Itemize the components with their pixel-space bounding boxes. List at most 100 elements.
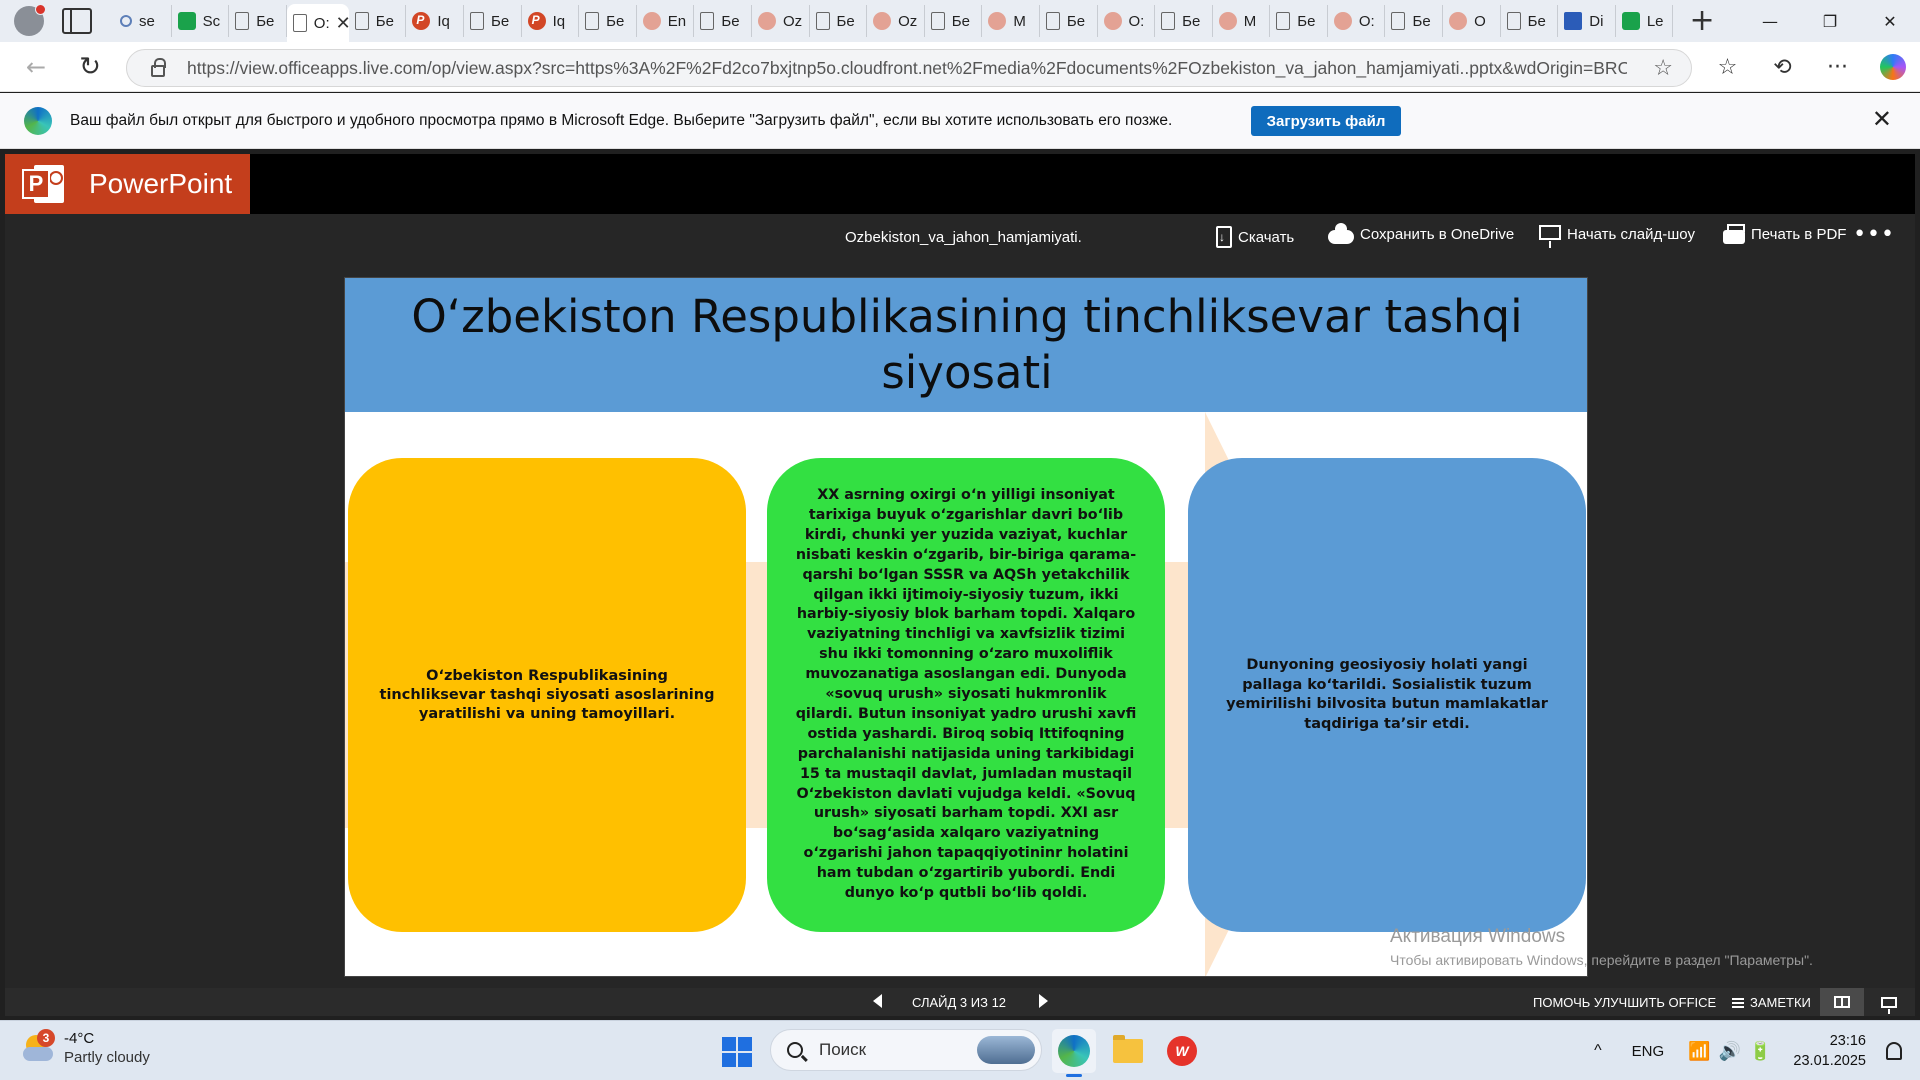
temperature: -4°C: [64, 1030, 95, 1047]
slide[interactable]: O‘zbekiston Respublikasining tinchliksev…: [344, 277, 1588, 977]
start-slideshow-button[interactable]: Начать слайд-шоу: [1539, 225, 1695, 248]
tab-label: O:: [1128, 12, 1145, 30]
save-onedrive-button[interactable]: Сохранить в OneDrive: [1328, 222, 1515, 244]
close-tab-icon[interactable]: ✕: [336, 13, 349, 34]
tab-label: Бе: [1066, 12, 1086, 30]
favorites-icon[interactable]: ☆: [1700, 55, 1755, 80]
next-slide-icon[interactable]: [1039, 994, 1048, 1008]
watermark-subtitle: Чтобы активировать Windows, перейдите в …: [1390, 952, 1813, 968]
app-icon: [177, 12, 196, 30]
minimize-button[interactable]: —: [1740, 0, 1800, 42]
browser-tab[interactable]: Бе: [579, 5, 637, 37]
document-icon: [235, 12, 250, 30]
browser-tab[interactable]: se: [114, 5, 172, 37]
more-menu-icon[interactable]: ···: [1810, 55, 1865, 80]
slideshow-icon: [1539, 225, 1561, 248]
reload-button[interactable]: ↻: [76, 52, 104, 82]
taskbar-wps-office[interactable]: W: [1160, 1029, 1204, 1073]
maximize-button[interactable]: ❐: [1800, 0, 1860, 42]
watermark-title: Активация Windows: [1390, 926, 1566, 947]
document-icon: [700, 12, 715, 30]
download-file-button[interactable]: Загрузить файл: [1251, 106, 1401, 136]
browser-tab[interactable]: Di: [1558, 5, 1616, 37]
close-info-bar-icon[interactable]: ✕: [1872, 105, 1892, 133]
tab-label: Di: [1589, 12, 1604, 30]
url-text[interactable]: https://view.officeapps.live.com/op/view…: [187, 58, 1627, 79]
slide-title-area: O‘zbekiston Respublikasining tinchliksev…: [345, 278, 1587, 412]
url-field[interactable]: https://view.officeapps.live.com/op/view…: [126, 49, 1692, 87]
window-controls: — ❐ ✕: [1740, 0, 1920, 42]
copilot-button[interactable]: [1865, 54, 1920, 80]
browser-tab[interactable]: Бе: [464, 5, 522, 37]
search-highlight-image: [977, 1036, 1035, 1064]
taskbar-search[interactable]: Поиск: [770, 1029, 1042, 1071]
browser-tab[interactable]: Бе: [1155, 5, 1213, 37]
help-improve-office-link[interactable]: ПОМОЧЬ УЛУЧШИТЬ OFFICE: [1533, 995, 1716, 1010]
browser-tab[interactable]: En: [637, 5, 695, 37]
powerpoint-icon: [527, 12, 546, 30]
print-pdf-button[interactable]: Печать в PDF: [1723, 223, 1847, 244]
browser-tab[interactable]: Бе: [925, 5, 983, 37]
tab-label: Iq: [552, 12, 566, 30]
viewer-status-bar: СЛАЙД 3 ИЗ 12 ПОМОЧЬ УЛУЧШИТЬ OFFICE ЗАМ…: [5, 988, 1915, 1016]
close-window-button[interactable]: ✕: [1860, 0, 1920, 42]
notes-icon: [1732, 997, 1744, 1008]
browser-tab[interactable]: Le: [1616, 5, 1674, 37]
tab-label: O:: [313, 14, 330, 32]
browser-tab[interactable]: Sc: [172, 5, 230, 37]
time: 23:16: [1829, 1033, 1866, 1049]
browser-tab[interactable]: O: [1443, 5, 1501, 37]
slideshow-view-button[interactable]: [1869, 988, 1909, 1016]
browser-tab[interactable]: Бе: [1270, 5, 1328, 37]
previous-slide-icon[interactable]: [873, 994, 882, 1008]
browser-tab[interactable]: O:: [1098, 5, 1156, 37]
clock[interactable]: 23:16 23.01.2025: [1793, 1031, 1866, 1071]
edge-logo-icon: [24, 106, 52, 135]
folder-icon: [1113, 1035, 1143, 1063]
favorite-star-icon[interactable]: ☆: [1653, 56, 1673, 81]
tab-label: O:: [1358, 12, 1375, 30]
reading-view-icon: [1834, 996, 1850, 1008]
notes-button[interactable]: ЗАМЕТКИ: [1732, 995, 1811, 1010]
browser-tab[interactable]: Oz: [867, 5, 925, 37]
powerpoint-brand[interactable]: P PowerPoint: [5, 154, 250, 214]
notifications-icon[interactable]: [1886, 1042, 1902, 1060]
document-icon: [930, 12, 945, 30]
browser-tab[interactable]: Бе: [349, 5, 407, 37]
print-pdf-label: Печать в PDF: [1751, 226, 1847, 243]
browser-tab[interactable]: O:: [1328, 5, 1386, 37]
tab-label: Бе: [951, 12, 970, 30]
reading-view-button[interactable]: [1820, 988, 1864, 1016]
browser-tab[interactable]: O: ✕: [286, 4, 349, 42]
show-hidden-icons-chevron-icon[interactable]: ^: [1594, 1042, 1602, 1060]
history-icon[interactable]: ⟲: [1755, 55, 1810, 80]
browser-tab[interactable]: Бе: [694, 5, 752, 37]
network-volume-battery-icons[interactable]: 📶🔊🔋: [1688, 1041, 1779, 1062]
browser-tab[interactable]: Iq: [522, 5, 580, 37]
download-button[interactable]: Скачать: [1216, 226, 1294, 248]
taskbar-file-explorer[interactable]: [1106, 1029, 1150, 1073]
yellow-text-box: O‘zbekiston Respublikasining tinchliksev…: [348, 458, 746, 932]
browser-tab[interactable]: M: [982, 5, 1040, 37]
browser-tab[interactable]: Бе: [1385, 5, 1444, 37]
browser-tab[interactable]: Бе: [229, 5, 287, 37]
more-options-icon[interactable]: •••: [1853, 222, 1895, 247]
browser-tab[interactable]: Бе: [1501, 5, 1559, 37]
browser-tab[interactable]: Бе: [1040, 5, 1098, 37]
powerpoint-header: P PowerPoint: [5, 154, 1915, 214]
weather-widget[interactable]: 3 -4°C Partly cloudy: [20, 1029, 150, 1067]
new-tab-button[interactable]: +: [1689, 6, 1714, 36]
taskbar-edge[interactable]: [1052, 1029, 1096, 1077]
tab-actions-icon[interactable]: [62, 8, 92, 34]
browser-tab[interactable]: Oz: [752, 5, 810, 37]
start-button[interactable]: [722, 1037, 752, 1067]
browser-tab[interactable]: Бе: [810, 5, 868, 37]
browser-tab[interactable]: Iq: [406, 5, 464, 37]
lock-icon[interactable]: [151, 58, 166, 77]
browser-tab[interactable]: M: [1213, 5, 1271, 37]
powerpoint-faded-icon: [642, 12, 661, 30]
save-onedrive-label: Сохранить в OneDrive: [1360, 226, 1515, 243]
back-button[interactable]: ←: [22, 53, 50, 81]
input-language[interactable]: ENG: [1632, 1043, 1665, 1060]
profile-avatar-icon[interactable]: [14, 4, 46, 36]
